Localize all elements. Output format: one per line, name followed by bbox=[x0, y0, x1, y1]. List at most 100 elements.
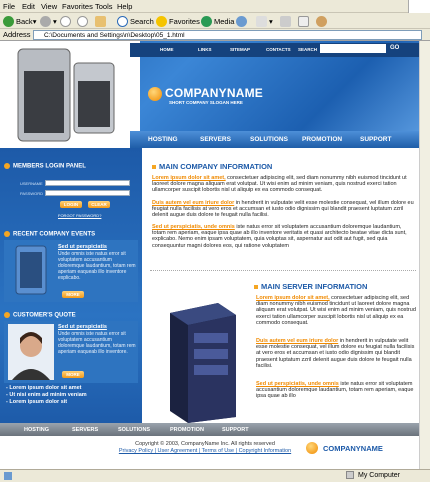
back-arrow-icon bbox=[3, 15, 14, 27]
history-button[interactable] bbox=[236, 15, 249, 27]
login-title-text: MEMBERS LOGIN PANEL bbox=[13, 163, 86, 170]
server-link-1[interactable]: Lorem ipsum dolor sit amet, bbox=[256, 295, 330, 301]
info-link-1[interactable]: Lorem ipsum dolor sit amet, bbox=[152, 175, 226, 181]
home-button[interactable] bbox=[95, 15, 108, 27]
bullet-icon bbox=[4, 231, 10, 237]
quote-title-text: CUSTOMER'S QUOTE bbox=[13, 312, 76, 319]
forward-arrow-icon bbox=[40, 15, 51, 27]
favorites-button[interactable]: Favorites bbox=[156, 15, 200, 27]
menu-tools[interactable]: Tools bbox=[95, 2, 113, 11]
main-info-paragraph-2: Duis autem vel eum iriure dolor in hendr… bbox=[152, 200, 416, 219]
star-icon bbox=[156, 15, 167, 27]
search-label: Search bbox=[130, 16, 154, 26]
menu-view[interactable]: View bbox=[41, 2, 57, 11]
print-button[interactable] bbox=[280, 15, 293, 27]
topnav-links[interactable]: LINKS bbox=[198, 47, 212, 52]
page-viewport: HOME LINKS SITEMAP CONTACTS SEARCH GO CO… bbox=[0, 41, 430, 469]
edit-button[interactable] bbox=[298, 15, 311, 27]
topnav-contacts[interactable]: CONTACTS bbox=[266, 47, 291, 52]
events-more-button[interactable]: MORE bbox=[62, 291, 84, 298]
list-item: - Lorem ipsum dolor sit amet bbox=[6, 385, 82, 391]
media-icon bbox=[201, 15, 212, 27]
bullet-icon bbox=[4, 312, 10, 318]
divider bbox=[150, 270, 416, 271]
search-button[interactable]: Search bbox=[117, 15, 154, 27]
nav-support[interactable]: SUPPORT bbox=[360, 136, 391, 143]
refresh-icon bbox=[77, 15, 88, 27]
username-label: USERNAME bbox=[20, 181, 43, 186]
stop-icon bbox=[60, 15, 71, 27]
footer-nav-solutions[interactable]: SOLUTIONS bbox=[118, 427, 150, 433]
quote-more-button[interactable]: MORE bbox=[62, 371, 84, 378]
menu-file[interactable]: File bbox=[3, 2, 15, 11]
forward-button[interactable]: ▾ bbox=[40, 15, 57, 27]
print-icon bbox=[280, 15, 291, 27]
search-label: SEARCH bbox=[298, 47, 318, 52]
footer-copyright: Copyright © 2003, CompanyName Inc. All r… bbox=[100, 441, 310, 455]
footer-logo-icon bbox=[306, 442, 318, 454]
footer-nav-hosting[interactable]: HOSTING bbox=[24, 427, 49, 433]
vertical-scrollbar[interactable] bbox=[419, 41, 430, 469]
back-label: Back bbox=[16, 16, 33, 26]
media-button[interactable]: Media bbox=[201, 15, 234, 27]
quote-headline-link[interactable]: Sed ut perspiciatis bbox=[58, 324, 107, 330]
company-logo-icon bbox=[148, 87, 162, 101]
server-towers-image bbox=[0, 41, 140, 148]
server-link-2[interactable]: Duis autem vel eum iriure dolor bbox=[256, 338, 338, 344]
events-title: RECENT COMPANY EVENTS bbox=[4, 231, 95, 238]
nav-hosting[interactable]: HOSTING bbox=[148, 136, 178, 143]
password-label: PASSWORD bbox=[20, 191, 44, 196]
footer-nav-promotion[interactable]: PROMOTION bbox=[170, 427, 204, 433]
sidebar-bullets: - Lorem ipsum dolor sit amet - Ut nisi e… bbox=[6, 385, 87, 406]
menu-help[interactable]: Help bbox=[117, 2, 132, 11]
menu-favorites[interactable]: Favorites bbox=[62, 2, 93, 11]
username-field[interactable] bbox=[45, 180, 130, 186]
site-header: HOME LINKS SITEMAP CONTACTS SEARCH GO CO… bbox=[0, 41, 430, 148]
topnav-sitemap[interactable]: SITEMAP bbox=[230, 47, 250, 52]
server-icon bbox=[15, 245, 47, 295]
topnav-home[interactable]: HOME bbox=[160, 47, 174, 52]
search-go-button[interactable]: GO bbox=[390, 45, 399, 51]
login-button[interactable]: LOGIN bbox=[60, 201, 82, 208]
nav-solutions[interactable]: SOLUTIONS bbox=[250, 136, 288, 143]
footer-links[interactable]: Privacy Policy | User Agreement | Terms … bbox=[100, 448, 310, 455]
quote-body: Unde omnis iste natus error sit voluptat… bbox=[58, 331, 136, 355]
server-info-paragraph-3: Sed ut perspiciatis, unde omnis iste nat… bbox=[256, 381, 416, 400]
main-info-paragraph-3: Sed ut perspiciatis, unde omnis iste nat… bbox=[152, 224, 416, 249]
nav-promotion[interactable]: PROMOTION bbox=[302, 136, 342, 143]
discuss-icon bbox=[316, 15, 327, 27]
footer-nav-servers[interactable]: SERVERS bbox=[72, 427, 98, 433]
login-panel-title: MEMBERS LOGIN PANEL bbox=[4, 163, 86, 170]
refresh-button[interactable] bbox=[77, 15, 90, 27]
zone-label: My Computer bbox=[358, 472, 401, 479]
clear-button[interactable]: CLEAR bbox=[88, 201, 110, 208]
search-icon bbox=[117, 15, 128, 27]
stop-button[interactable] bbox=[60, 15, 73, 27]
menu-edit[interactable]: Edit bbox=[22, 2, 35, 11]
mail-button[interactable]: ▾ bbox=[256, 15, 273, 27]
mail-icon bbox=[256, 15, 267, 27]
password-field[interactable] bbox=[45, 190, 130, 196]
main-nav: HOSTING SERVERS SOLUTIONS PROMOTION SUPP… bbox=[130, 131, 430, 148]
address-bar: Address C:\Documents and Settings\n\Desk… bbox=[0, 29, 430, 41]
list-item: - Lorem ipsum dolor sit bbox=[6, 399, 68, 405]
history-icon bbox=[236, 15, 247, 27]
menu-bar: File Edit View Favorites Tools Help bbox=[0, 0, 430, 13]
nav-servers[interactable]: SERVERS bbox=[200, 136, 231, 143]
copyright-text: Copyright © 2003, CompanyName Inc. All r… bbox=[135, 441, 275, 447]
footer-nav-support[interactable]: SUPPORT bbox=[222, 427, 249, 433]
windows-logo-icon bbox=[408, 0, 430, 13]
company-name: COMPANYNAME bbox=[165, 86, 263, 100]
discuss-button[interactable] bbox=[316, 15, 329, 27]
info-link-3[interactable]: Sed ut perspiciatis, unde omnis bbox=[152, 224, 235, 230]
events-headline-link[interactable]: Sed ut perspiciatis bbox=[58, 244, 107, 250]
server-link-3[interactable]: Sed ut perspiciatis, unde omnis bbox=[256, 381, 339, 387]
footer-nav: HOSTING SERVERS SOLUTIONS PROMOTION SUPP… bbox=[0, 423, 430, 436]
address-field[interactable]: C:\Documents and Settings\n\Desktop\05_1… bbox=[33, 30, 422, 40]
forgot-password-link[interactable]: FORGOT PASSWORD? bbox=[58, 213, 101, 218]
back-button[interactable]: Back ▾ bbox=[3, 15, 36, 27]
site-search-input[interactable] bbox=[320, 44, 386, 53]
server-info-paragraph-2: Duis autem vel eum iriure dolor in hendr… bbox=[256, 338, 416, 369]
main-info-paragraph-1: Lorem ipsum dolor sit amet, consectetuer… bbox=[152, 175, 416, 194]
info-link-2[interactable]: Duis autem vel eum iriure dolor bbox=[152, 200, 234, 206]
